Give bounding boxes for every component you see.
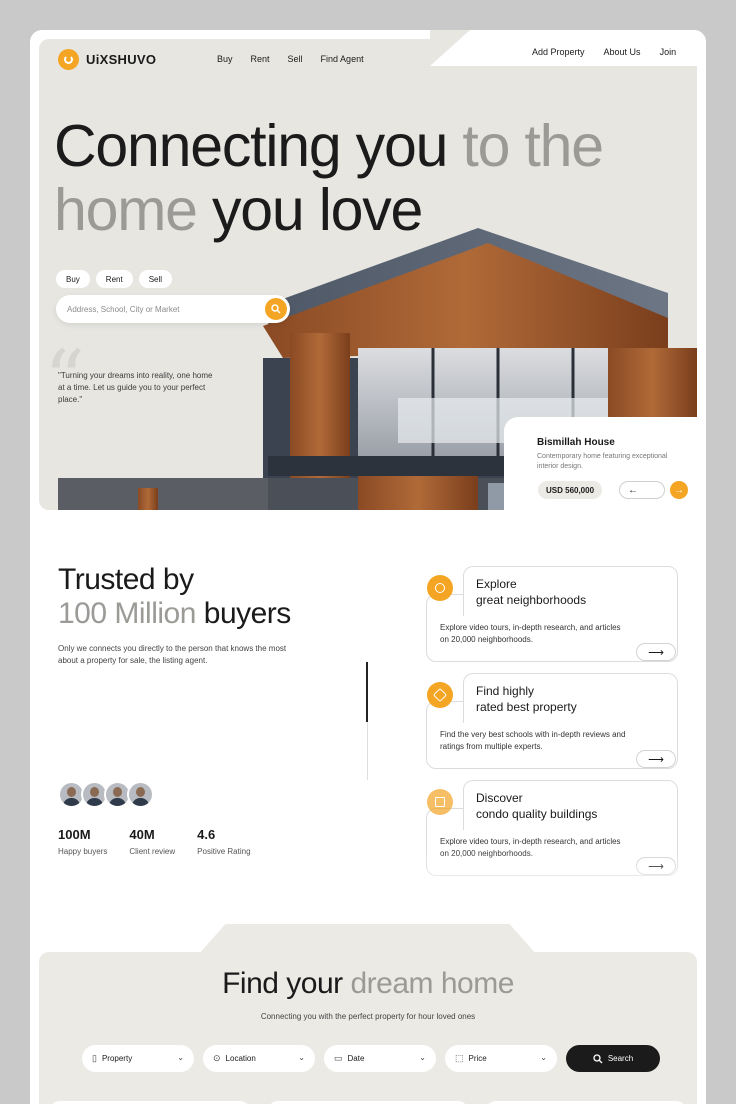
logo[interactable]: UiXSHUVO <box>58 49 156 70</box>
arrow-left-icon: ← <box>628 484 638 496</box>
chevron-down-icon: ⌄ <box>540 1053 547 1062</box>
hero-headline: Connecting you to the home you love <box>54 113 604 243</box>
nav-item-buy[interactable]: Buy <box>217 54 233 64</box>
prev-listing-button[interactable]: ← <box>619 481 665 499</box>
search-submit-button[interactable]: Search <box>566 1045 660 1072</box>
listing-price: USD 560,000 <box>538 481 603 499</box>
calendar-icon: ▭ <box>334 1053 343 1063</box>
nav-item-join[interactable]: Join <box>660 47 677 57</box>
feature-card-property[interactable]: Find highly rated best property Find the… <box>426 673 678 769</box>
scroll-indicator-track <box>367 722 368 780</box>
search-input[interactable]: Address, School, City or Market <box>56 295 290 323</box>
date-select[interactable]: ▭ Date ⌄ <box>324 1045 436 1072</box>
secondary-nav: Add Property About Us Join <box>532 47 676 57</box>
trusted-title: Trusted by 100 Million buyers <box>58 563 291 630</box>
chevron-down-icon: ⌄ <box>177 1053 184 1062</box>
stat-client-review: 40M Client review <box>129 827 176 856</box>
search-icon <box>593 1053 603 1063</box>
listing-description: Contemporary home featuring exceptional … <box>537 453 668 470</box>
dream-title: Find your dream home <box>222 967 514 1000</box>
search-button[interactable] <box>265 298 287 320</box>
search-icon <box>271 304 281 314</box>
nav-item-rent[interactable]: Rent <box>251 54 270 64</box>
chevron-down-icon: ⌄ <box>419 1053 426 1062</box>
stat-positive-rating: 4.6 Positive Rating <box>197 827 251 856</box>
arrow-right-icon: ⟶ <box>648 753 664 766</box>
nav-item-sell[interactable]: Sell <box>288 54 303 64</box>
next-listing-button[interactable]: → <box>670 481 688 499</box>
logo-icon <box>58 49 79 70</box>
nav-item-find-agent[interactable]: Find Agent <box>321 54 364 64</box>
stat-happy-buyers: 100M Happy buyers <box>58 827 108 856</box>
trusted-description: Only we connects you directly to the per… <box>58 644 287 665</box>
tab-sell[interactable]: Sell <box>138 270 173 288</box>
pin-icon: ⊙ <box>213 1053 221 1063</box>
property-select[interactable]: ▯ Property ⌄ <box>82 1045 194 1072</box>
buyer-avatars <box>58 781 154 808</box>
building-icon: ▯ <box>92 1053 97 1063</box>
fade-overlay <box>420 850 690 910</box>
feature-arrow-button[interactable]: ⟶ <box>636 750 676 768</box>
nav-item-about-us[interactable]: About Us <box>604 47 641 57</box>
tab-buy[interactable]: Buy <box>56 270 90 288</box>
dream-subtitle: Connecting you with the perfect property… <box>260 1012 476 1021</box>
price-select[interactable]: ⬚ Price ⌄ <box>445 1045 557 1072</box>
building-icon <box>427 789 453 815</box>
hero-quote: "Turning your dreams into reality, one h… <box>58 371 213 404</box>
arrow-right-icon: → <box>674 484 684 496</box>
nav-item-add-property[interactable]: Add Property <box>532 47 585 57</box>
filter-bar: ▯ Property ⌄ ⊙ Location ⌄ ▭ Date ⌄ ⬚ Pri… <box>82 1045 660 1072</box>
scroll-indicator-active <box>366 662 368 722</box>
stats: 100M Happy buyers 40M Client review 4.6 … <box>58 827 251 856</box>
chevron-down-icon: ⌄ <box>298 1053 305 1062</box>
compass-icon <box>427 575 453 601</box>
arrow-right-icon: ⟶ <box>648 646 664 659</box>
location-select[interactable]: ⊙ Location ⌄ <box>203 1045 315 1072</box>
search-tabs: Buy Rent Sell <box>56 270 173 288</box>
header-notch-slope <box>430 30 470 66</box>
listing-name: Bismillah House <box>537 437 615 448</box>
avatar <box>127 781 154 808</box>
tab-rent[interactable]: Rent <box>95 270 133 288</box>
listing-card: Bismillah House Contemporary home featur… <box>504 417 697 513</box>
tag-icon: ⬚ <box>455 1053 464 1063</box>
star-icon <box>427 682 453 708</box>
feature-card-neighborhoods[interactable]: Explore great neighborhoods Explore vide… <box>426 566 678 662</box>
main-nav: Buy Rent Sell Find Agent <box>217 54 364 64</box>
feature-arrow-button[interactable]: ⟶ <box>636 643 676 661</box>
page-card: UiXSHUVO Buy Rent Sell Find Agent Add Pr… <box>30 30 706 1104</box>
search-placeholder: Address, School, City or Market <box>67 304 180 314</box>
logo-text: UiXSHUVO <box>86 52 157 67</box>
